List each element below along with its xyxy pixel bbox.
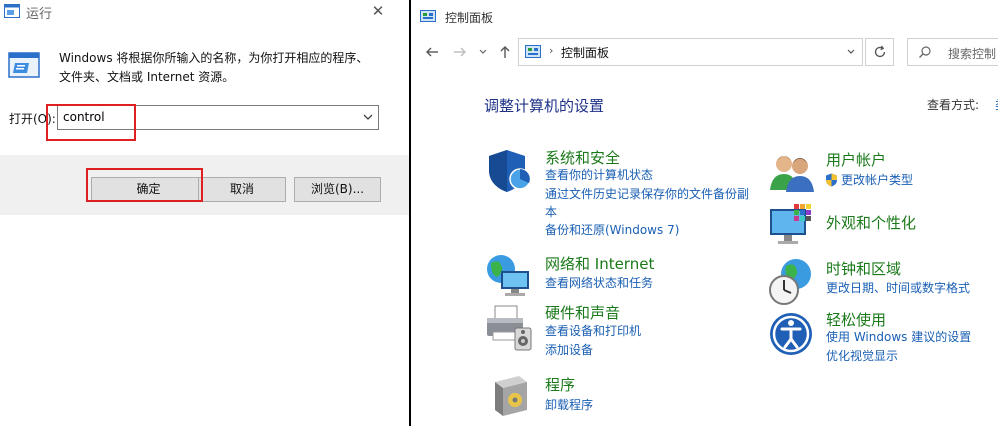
programs-icon[interactable] [491,372,531,418]
category-title-user-accounts[interactable]: 用户帐户 [826,149,886,170]
run-title: 运行 [26,7,53,22]
appearance-icon[interactable] [768,203,816,249]
category-title-clock-region[interactable]: 时钟和区域 [826,258,901,279]
run-description: Windows 将根据你所输入的名称，为你打开相应的程序、 文件夹、文档或 In… [59,49,389,87]
link-uninstall-program[interactable]: 卸载程序 [545,396,593,415]
link-view-computer-status[interactable]: 查看你的计算机状态 [545,166,653,185]
link-optimize-visual-display[interactable]: 优化视觉显示 [826,347,898,366]
refresh-button[interactable] [865,38,894,66]
arrow-left-icon [426,47,438,57]
browse-button[interactable]: 浏览(B)... [294,177,381,202]
chevron-down-icon [479,49,487,54]
cp-window-title: 控制面板 [445,11,494,25]
category-title-system-security[interactable]: 系统和安全 [545,147,620,168]
control-panel-icon [420,10,436,22]
cp-titlebar: 控制面板 [411,0,998,32]
breadcrumb-control-panel[interactable]: 控制面板 [561,44,609,61]
link-file-history[interactable]: 通过文件历史记录保存你的文件备份副 [545,185,749,204]
back-button[interactable] [421,42,443,62]
control-panel-icon [525,45,541,58]
highlight-box-ok [86,168,203,202]
link-backup-restore[interactable]: 备份和还原(Windows 7) [545,221,679,240]
run-description-line2: 文件夹、文档或 Internet 资源。 [59,70,235,84]
search-placeholder[interactable]: 搜索控制 [948,45,996,62]
users-icon[interactable] [768,150,816,194]
ease-of-access-icon[interactable] [768,311,814,357]
run-icon [8,52,40,78]
forward-button[interactable] [449,42,471,62]
category-title-ease-of-access[interactable]: 轻松使用 [826,309,886,330]
up-button[interactable] [495,42,515,62]
chevron-down-icon[interactable] [846,47,856,57]
run-description-line1: Windows 将根据你所输入的名称，为你打开相应的程序、 [59,51,369,65]
highlight-box-input [46,104,136,141]
breadcrumb-chevron-icon[interactable]: › [549,44,553,57]
category-title-appearance[interactable]: 外观和个性化 [826,212,916,233]
run-titlebar: 运行 ✕ [0,0,409,24]
run-app-icon [4,4,20,18]
search-box[interactable]: 搜索控制 [907,38,998,66]
shield-icon[interactable] [485,148,533,194]
control-panel-window: 控制面板 › 控制面板 搜索控制 调整计算机的设置 查看方式: 系统和安全 查看… [411,0,998,426]
category-title-hardware-sound[interactable]: 硬件和声音 [545,302,620,323]
clock-icon[interactable] [768,258,816,306]
page-heading: 调整计算机的设置 [484,97,605,115]
chevron-down-icon[interactable] [362,111,374,123]
category-title-programs[interactable]: 程序 [545,374,575,395]
printer-icon[interactable] [485,304,533,352]
link-network-status[interactable]: 查看网络状态和任务 [545,274,653,293]
view-by-label: 查看方式: [927,98,980,112]
uac-shield-icon [826,173,837,187]
recent-locations-button[interactable] [475,42,491,62]
link-change-account-type[interactable]: 更改帐户类型 [841,171,913,190]
close-icon[interactable]: ✕ [366,0,390,22]
link-recommended-settings[interactable]: 使用 Windows 建议的设置 [826,328,971,347]
link-devices-printers[interactable]: 查看设备和打印机 [545,322,641,341]
run-dialog: 运行 ✕ Windows 将根据你所输入的名称，为你打开相应的程序、 文件夹、文… [0,0,409,426]
cancel-button[interactable]: 取消 [198,177,286,202]
arrow-up-icon [500,46,510,58]
network-icon[interactable] [485,251,533,297]
search-icon [919,46,931,58]
link-change-date-time[interactable]: 更改日期、时间或数字格式 [826,279,970,298]
arrow-right-icon [454,47,466,57]
category-title-network[interactable]: 网络和 Internet [545,253,654,274]
address-bar[interactable]: › 控制面板 [518,38,863,66]
link-file-history-cont[interactable]: 本 [545,203,557,222]
refresh-icon [874,45,885,58]
link-add-device[interactable]: 添加设备 [545,341,593,360]
